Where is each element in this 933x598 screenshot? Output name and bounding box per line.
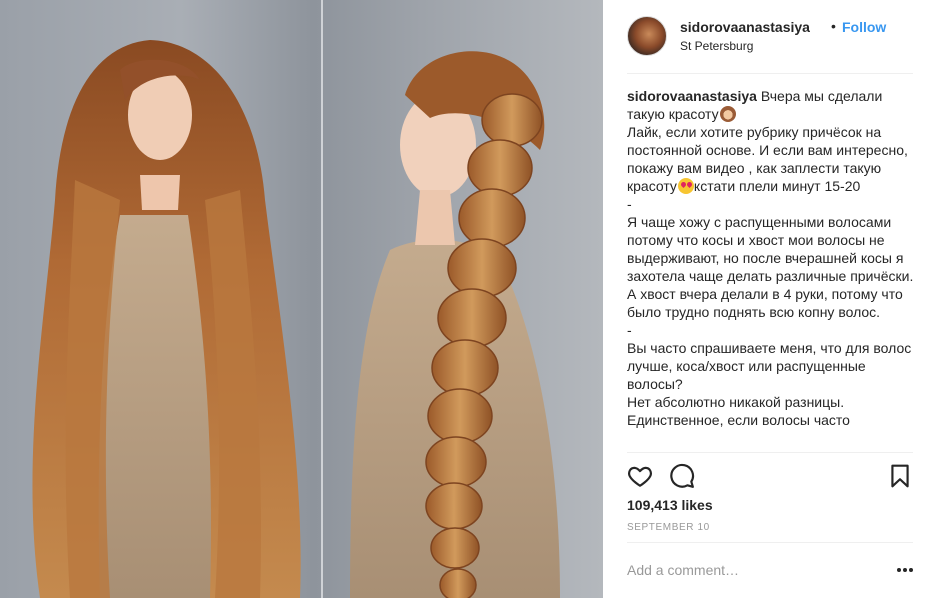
caption-line: Я чаще хожу с распущенными волосами пото…: [627, 214, 914, 320]
caption-line: Вы часто спрашиваете меня, что для волос…: [627, 340, 912, 392]
bookmark-icon[interactable]: [887, 463, 913, 489]
location-link[interactable]: St Petersburg: [680, 39, 753, 53]
comment-bar: [627, 542, 913, 598]
like-count[interactable]: 109,413 likes: [627, 497, 713, 513]
caption: sidorovaanastasiya Вчера мы сделали таку…: [627, 87, 917, 450]
comment-icon[interactable]: [669, 463, 695, 489]
username-link[interactable]: sidorovaanastasiya: [680, 19, 810, 35]
post-date: SEPTEMBER 10: [627, 522, 710, 533]
separator-dot: •: [831, 18, 836, 34]
avatar[interactable]: [627, 16, 667, 56]
caption-dash: -: [627, 322, 632, 338]
post-header: sidorovaanastasiya • Follow St Petersbur…: [627, 14, 913, 74]
photo-split-line: [321, 0, 323, 598]
caption-line: кстати плели минут 15-20: [693, 178, 861, 194]
post-photo[interactable]: [0, 0, 603, 598]
photo-illustration: [32, 40, 560, 598]
caption-dash: -: [627, 196, 632, 212]
post-side-panel: sidorovaanastasiya • Follow St Petersbur…: [603, 0, 933, 598]
caption-line: Нет абсолютно никакой разницы. Единствен…: [627, 394, 850, 428]
more-options-icon[interactable]: [897, 563, 913, 577]
comment-input[interactable]: [627, 559, 877, 581]
instagram-post: sidorovaanastasiya • Follow St Petersbur…: [0, 0, 933, 598]
heart-eyes-icon: [677, 178, 694, 194]
follow-button[interactable]: Follow: [842, 19, 886, 35]
see-no-evil-monkey-icon: [719, 106, 736, 122]
action-bar: [627, 452, 913, 500]
caption-author-link[interactable]: sidorovaanastasiya: [627, 88, 757, 104]
heart-icon[interactable]: [627, 463, 653, 489]
